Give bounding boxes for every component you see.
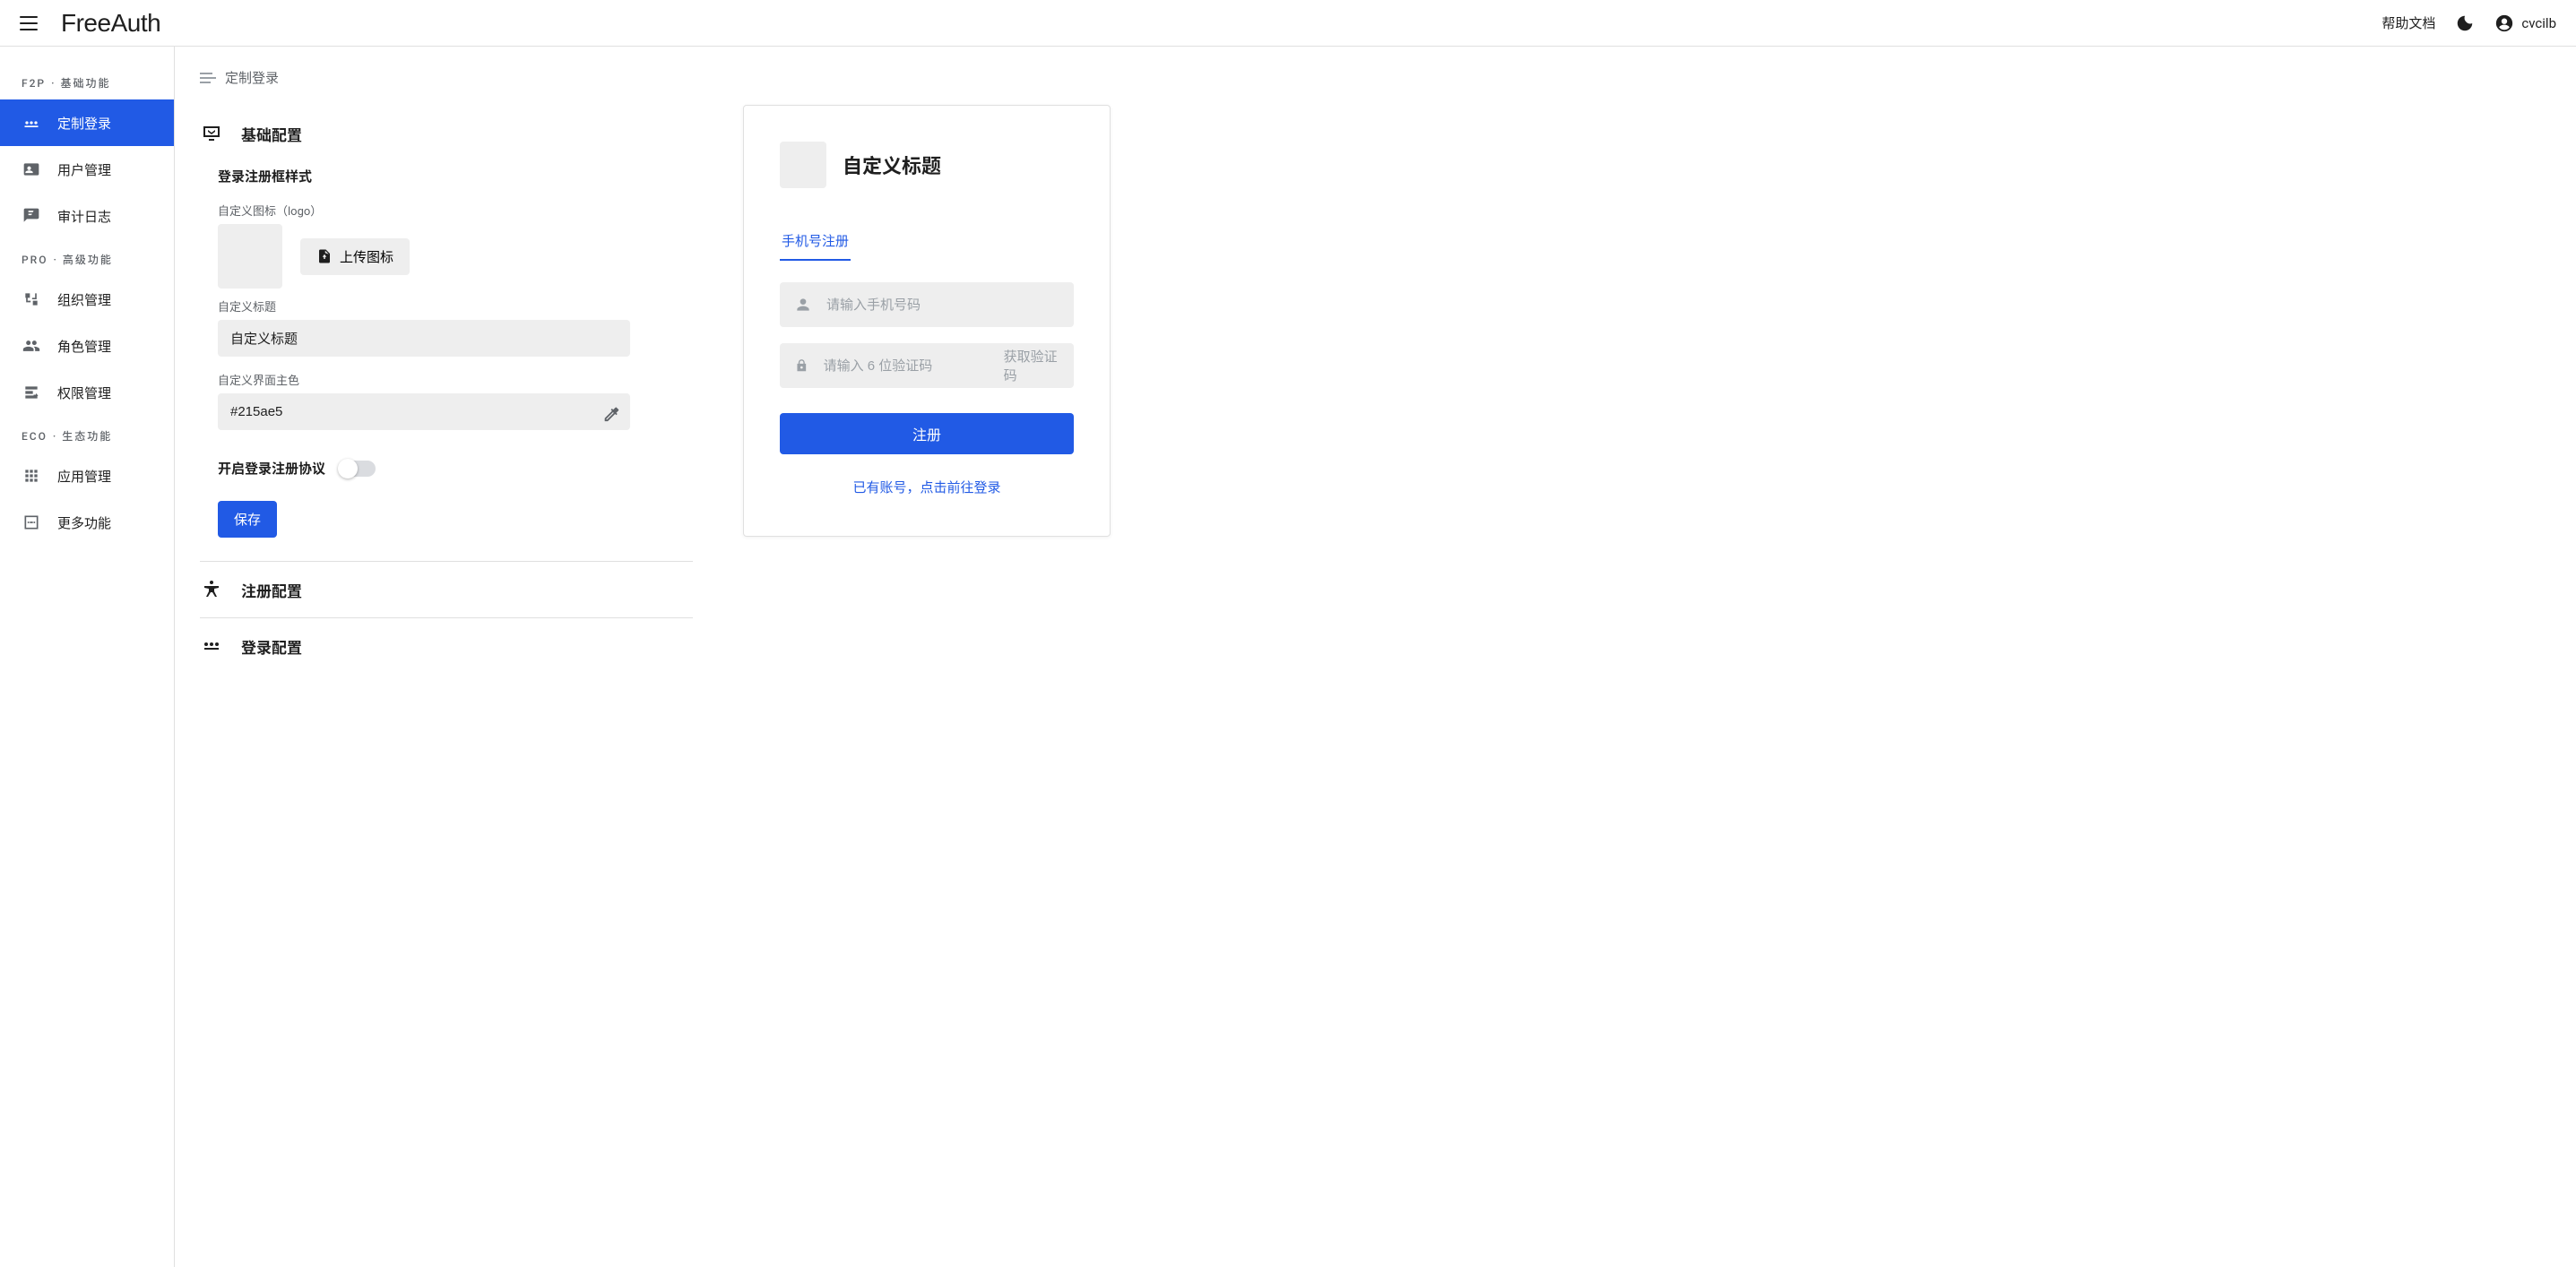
agreement-toggle[interactable] [340,461,376,477]
username-label: cvcilb [2521,15,2556,31]
breadcrumb-current: 定制登录 [225,68,279,87]
org-tree-icon [22,289,41,309]
password-dots-icon [200,634,223,658]
accessibility-icon [200,578,223,601]
section-signup-config[interactable]: 注册配置 [200,561,693,617]
color-picker-button[interactable] [601,404,621,424]
custom-title-input[interactable] [218,320,630,357]
section-title: 注册配置 [241,579,302,601]
dark-mode-toggle[interactable] [2455,13,2475,33]
grid-icon [22,466,41,486]
sidebar-item-label: 用户管理 [57,160,111,179]
sidebar-item-permissions[interactable]: 权限管理 [0,369,174,416]
people-icon [22,336,41,356]
sidebar-item-audit[interactable]: 审计日志 [0,193,174,239]
section-signin-config[interactable]: 登录配置 [200,617,693,674]
sidebar: F2P · 基础功能 定制登录 用户管理 审计日志 PRO · 高级功能 [0,47,175,1267]
save-button[interactable]: 保存 [218,501,277,538]
section-basic-config[interactable]: 基础配置 [200,105,693,161]
sidebar-section-pro: PRO · 高级功能 [0,239,174,276]
color-field-label: 自定义界面主色 [218,371,693,388]
upload-icon [316,248,333,264]
topbar: FreeAuth 帮助文档 cvcilb [0,0,2576,47]
tab-phone-register[interactable]: 手机号注册 [780,224,851,261]
sidebar-item-label: 组织管理 [57,290,111,309]
sidebar-item-label: 角色管理 [57,337,111,356]
sidebar-item-roles[interactable]: 角色管理 [0,323,174,369]
sidebar-item-label: 定制登录 [57,114,111,133]
perm-icon [22,383,41,402]
display-icon [200,122,223,145]
logo-field-label: 自定义图标（logo） [218,202,693,219]
chat-flag-icon [22,206,41,226]
user-card-icon [22,159,41,179]
avatar-icon [2494,13,2514,33]
breadcrumb: 定制登录 [175,59,2576,105]
logo-preview [218,224,282,289]
main-content: 定制登录 基础配置 登录注册框样式 自定义图标（logo） [175,47,2576,1267]
get-code-button[interactable]: 获取验证码 [1004,347,1059,384]
sidebar-item-custom-login[interactable]: 定制登录 [0,99,174,146]
preview-submit-button[interactable]: 注册 [780,413,1074,454]
section-title: 基础配置 [241,123,302,145]
agreement-toggle-label: 开启登录注册协议 [218,459,325,478]
sidebar-item-more[interactable]: 更多功能 [0,499,174,546]
sidebar-section-eco: ECO · 生态功能 [0,416,174,452]
sidebar-section-f2p: F2P · 基础功能 [0,63,174,99]
code-input-wrapper: 获取验证码 [780,343,1074,388]
primary-color-input[interactable] [218,393,630,430]
login-preview-card: 自定义标题 手机号注册 获取验证码 注册 已有账号，点击前往登录 [743,105,1111,537]
sidebar-item-label: 权限管理 [57,384,111,402]
phone-input[interactable] [825,297,1059,314]
breadcrumb-icon [200,70,216,86]
style-heading: 登录注册框样式 [218,167,693,185]
eyedropper-icon [601,404,621,424]
sidebar-item-users[interactable]: 用户管理 [0,146,174,193]
sidebar-item-org[interactable]: 组织管理 [0,276,174,323]
phone-input-wrapper [780,282,1074,327]
preview-logo [780,142,826,188]
password-icon [22,113,41,133]
upload-logo-button[interactable]: 上传图标 [300,238,410,275]
title-field-label: 自定义标题 [218,297,693,315]
sidebar-item-apps[interactable]: 应用管理 [0,452,174,499]
config-panel: 基础配置 登录注册框样式 自定义图标（logo） 上传图标 自定义标题 自 [200,105,693,674]
sidebar-item-label: 更多功能 [57,513,111,532]
lock-icon [794,357,809,375]
preview-title: 自定义标题 [843,151,941,179]
section-title: 登录配置 [241,635,302,658]
brand-logo: FreeAuth [61,9,160,38]
user-menu[interactable]: cvcilb [2494,13,2556,33]
preview-login-link[interactable]: 已有账号，点击前往登录 [780,478,1074,496]
person-icon [794,296,812,314]
sidebar-item-label: 审计日志 [57,207,111,226]
more-box-icon [22,513,41,532]
help-docs-link[interactable]: 帮助文档 [2382,13,2435,32]
code-input[interactable] [822,358,1004,375]
preview-tabs: 手机号注册 [780,224,1074,261]
sidebar-item-label: 应用管理 [57,467,111,486]
menu-toggle-button[interactable] [20,11,45,36]
